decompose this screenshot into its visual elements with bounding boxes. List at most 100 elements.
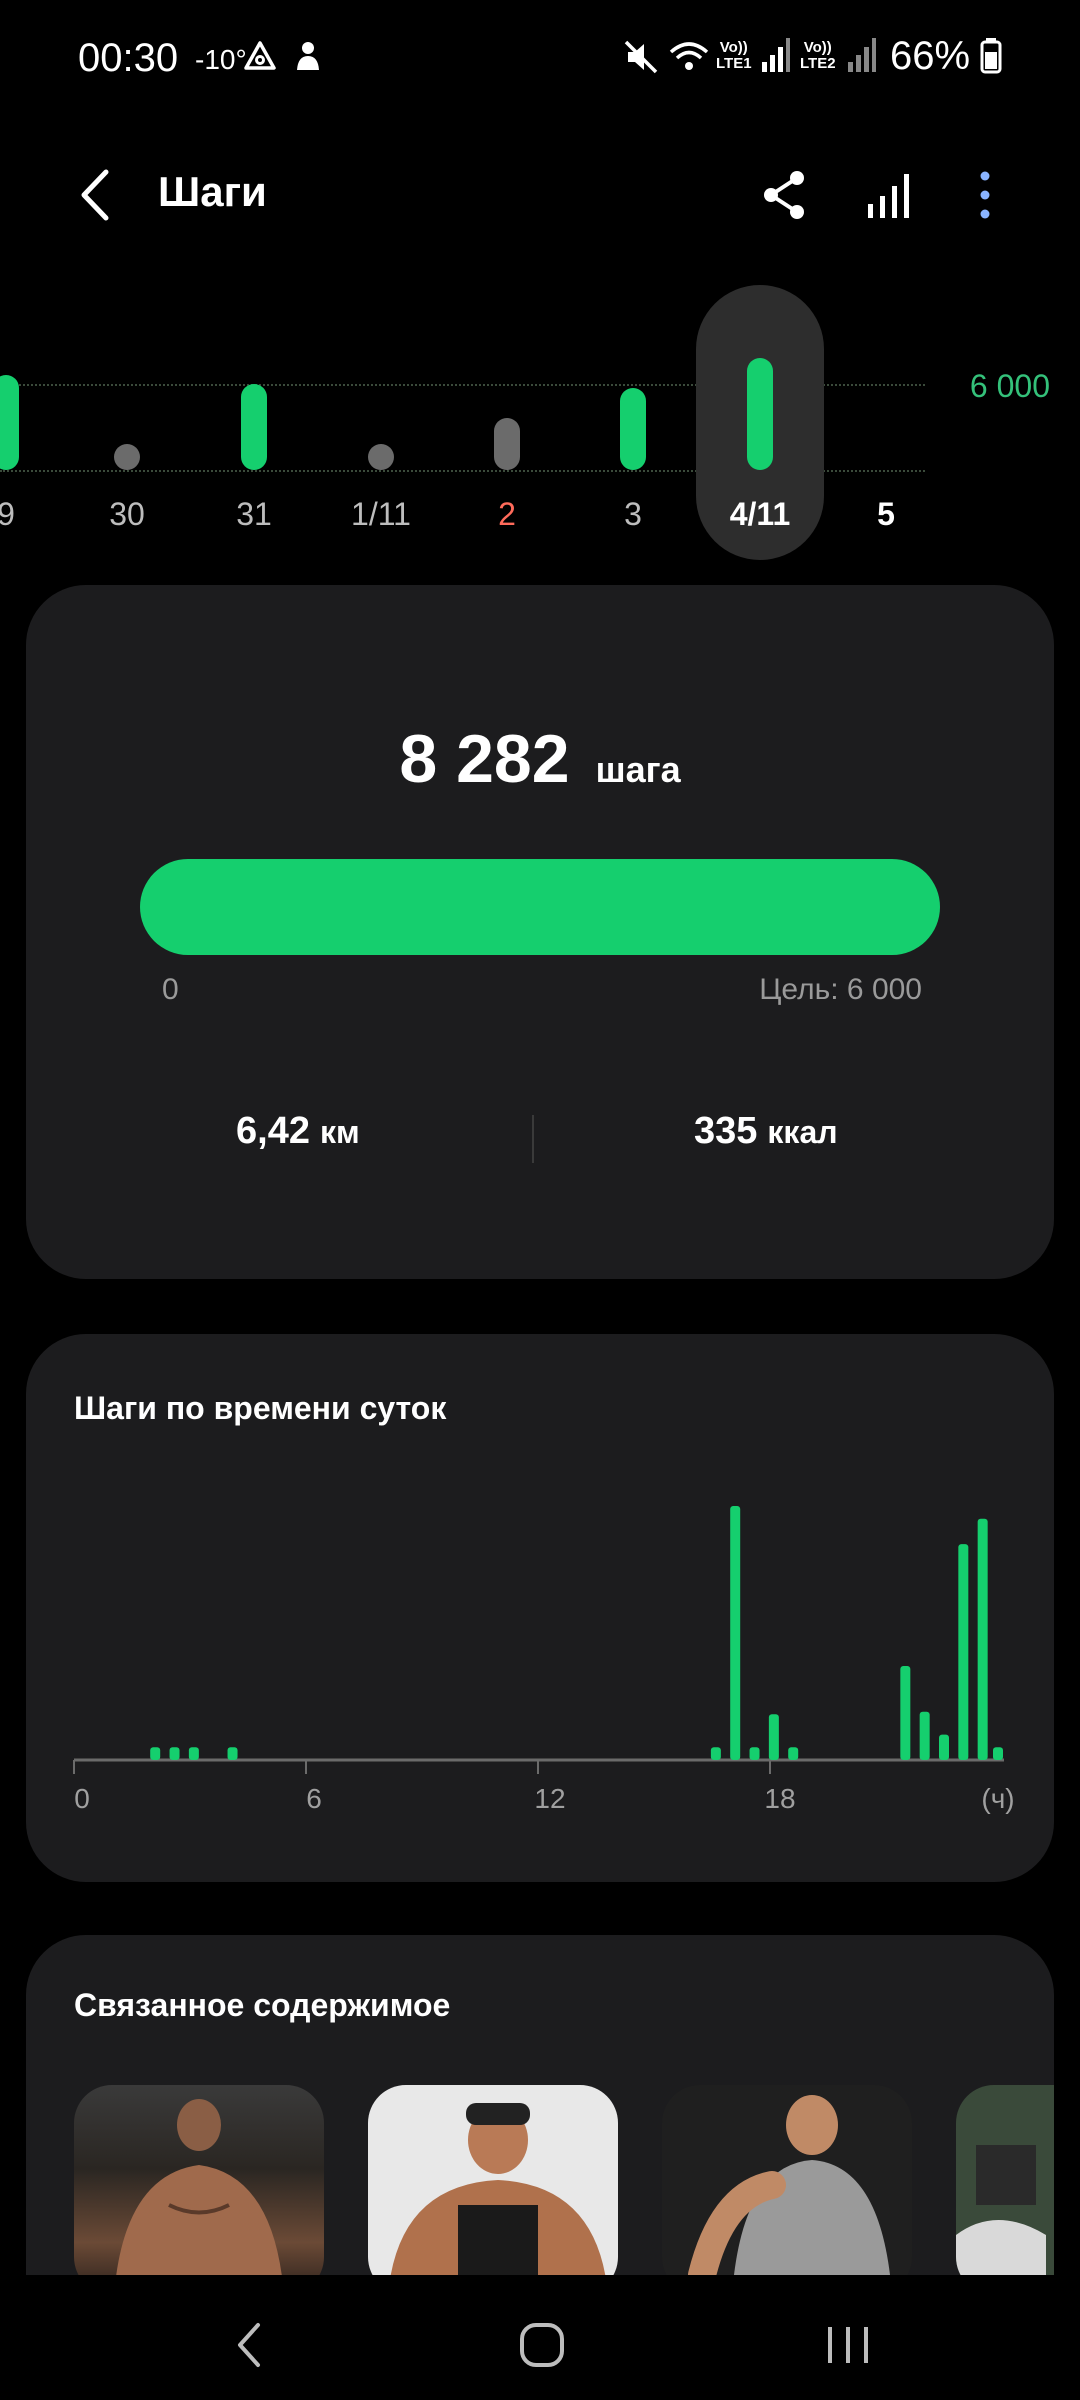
- hourly-steps-chart: 0 6 12 18 (ч): [73, 1506, 1015, 1814]
- day-label: 30: [109, 496, 145, 532]
- calories-stat: 335 ккал: [694, 1110, 838, 1153]
- share-button[interactable]: [755, 160, 815, 230]
- progress-goal: Цель: 6 000: [759, 973, 922, 1006]
- gym-image: [688, 2095, 890, 2275]
- x-tick-label: 6: [306, 1783, 322, 1814]
- related-thumbnail[interactable]: [74, 2085, 324, 2275]
- progress-min: 0: [162, 973, 179, 1006]
- day-selector: 6 000 9 30 31 1/11 2 3 4/11 5: [0, 270, 1080, 570]
- distance-stat: 6,42 км: [236, 1110, 360, 1153]
- share-icon: [764, 171, 804, 219]
- more-icon: [980, 171, 990, 219]
- day-steps-bar: [494, 418, 520, 470]
- nav-recents-button[interactable]: [818, 2315, 878, 2375]
- back-button[interactable]: [70, 160, 120, 230]
- day-item-7[interactable]: 5: [826, 270, 946, 570]
- chart-button[interactable]: [862, 160, 922, 230]
- related-content-card: Связанное содержимое: [26, 1935, 1054, 2275]
- x-tick-label: (ч): [981, 1783, 1014, 1814]
- day-label: 31: [236, 496, 272, 532]
- sim2-label: Vo)) LTE2: [800, 39, 836, 72]
- hourly-bar: [958, 1544, 969, 1760]
- hourly-steps-card[interactable]: Шаги по времени суток 0 6 12 18 (ч): [26, 1334, 1054, 1882]
- mute-icon: [622, 38, 660, 85]
- related-thumbnail[interactable]: [662, 2085, 912, 2275]
- nav-recents-icon: [828, 2327, 868, 2363]
- steps-summary-card: 8 282 шага 0 Цель: 6 000 6,42 км 335 ккал: [26, 585, 1054, 1279]
- status-bar: 00:30 -10° Vo)) LTE1 Vo)) LTE2 66%: [0, 0, 1080, 120]
- hourly-bar: [939, 1734, 949, 1760]
- battery-icon: [980, 38, 1002, 83]
- battery-level: 66%: [890, 34, 971, 78]
- day-item-0[interactable]: 9: [0, 270, 66, 570]
- day-steps-bar: [620, 388, 646, 470]
- steps-progress-bar: [140, 859, 940, 955]
- hourly-bar: [900, 1666, 911, 1760]
- steps-count: 8 282: [399, 721, 570, 797]
- exercise-image: [956, 2145, 1046, 2275]
- hourly-bar: [227, 1747, 238, 1760]
- nav-back-icon: [238, 2323, 260, 2367]
- more-button[interactable]: [955, 160, 1015, 230]
- back-icon: [81, 169, 109, 221]
- chart-icon: [868, 174, 909, 218]
- day-item-6[interactable]: 4/11: [696, 270, 824, 570]
- bodybuilder-image: [390, 2103, 606, 2275]
- bodybuilder-image: [116, 2099, 282, 2275]
- day-label: 3: [624, 496, 642, 532]
- day-item-4[interactable]: 2: [447, 270, 567, 570]
- day-label: 5: [877, 496, 895, 532]
- temperature: -10°: [195, 44, 247, 75]
- steps-unit: шага: [595, 749, 681, 790]
- day-item-5[interactable]: 3: [573, 270, 693, 570]
- day-item-1[interactable]: 30: [67, 270, 187, 570]
- hourly-bar: [919, 1711, 930, 1760]
- day-item-3[interactable]: 1/11: [321, 270, 441, 570]
- day-item-2[interactable]: 31: [194, 270, 314, 570]
- goal-line-label: 6 000: [969, 368, 1050, 404]
- steps-count-row: 8 282 шага: [26, 720, 1054, 798]
- page-title: Шаги: [158, 168, 267, 215]
- day-label: 2: [498, 496, 516, 532]
- signal1-icon: [762, 38, 790, 81]
- distance-value: 6,42: [236, 1110, 310, 1152]
- hourly-bar: [730, 1506, 741, 1760]
- nav-home-button[interactable]: [512, 2315, 572, 2375]
- day-steps-bar: [114, 444, 140, 470]
- day-label: 4/11: [729, 496, 791, 532]
- distance-unit: км: [319, 1114, 360, 1150]
- x-tick-label: 12: [534, 1783, 565, 1814]
- day-steps-bar: [0, 375, 19, 470]
- calories-value: 335: [694, 1110, 758, 1152]
- x-tick-label: 0: [74, 1783, 90, 1814]
- hourly-bar: [788, 1747, 799, 1760]
- system-nav-bar: [0, 2275, 1080, 2400]
- related-thumbnail[interactable]: [368, 2085, 618, 2275]
- related-thumbnail[interactable]: [956, 2085, 1054, 2275]
- signal2-icon: [848, 38, 876, 81]
- nav-back-button[interactable]: [220, 2315, 280, 2375]
- hourly-bar: [749, 1747, 760, 1760]
- day-steps-bar: [747, 358, 773, 470]
- stat-divider: [532, 1115, 534, 1163]
- day-label: 9: [0, 496, 15, 532]
- day-steps-bar: [368, 444, 394, 470]
- hourly-bar: [977, 1518, 988, 1760]
- day-steps-bar: [241, 384, 267, 470]
- hourly-bar: [188, 1747, 199, 1760]
- x-tick-label: 18: [764, 1783, 795, 1814]
- sim1-label: Vo)) LTE1: [716, 39, 752, 72]
- hourly-bar: [169, 1747, 180, 1760]
- hourly-bar: [150, 1747, 161, 1760]
- hourly-bar: [768, 1714, 779, 1760]
- related-title: Связанное содержимое: [74, 1987, 451, 2023]
- calories-unit: ккал: [767, 1114, 838, 1150]
- nav-home-icon: [520, 2323, 564, 2367]
- hourly-bar: [710, 1747, 721, 1760]
- notification-icon: [292, 38, 324, 83]
- wifi-icon: [668, 38, 710, 85]
- hourly-bar: [993, 1747, 1003, 1760]
- day-label: 1/11: [351, 496, 411, 532]
- triangle-icon: [242, 38, 278, 83]
- clock: 00:30: [78, 36, 179, 80]
